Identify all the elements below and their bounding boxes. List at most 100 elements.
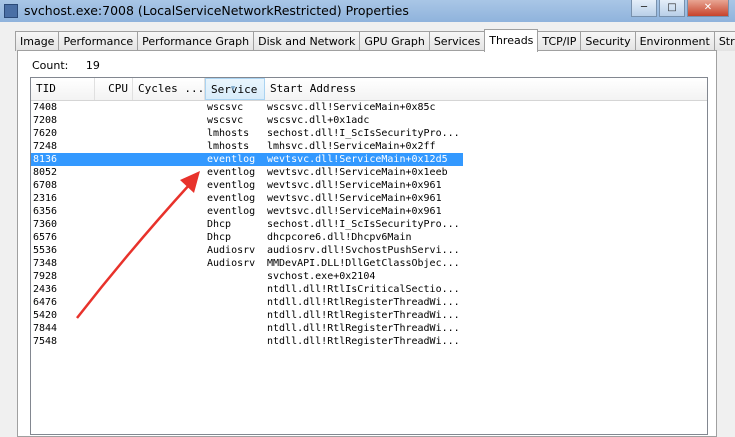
cell-tid: 7548 [33, 336, 58, 347]
column-header-tid[interactable]: TID [31, 78, 95, 100]
tab-image[interactable]: Image [15, 31, 60, 51]
cell-service: Dhcp [207, 219, 232, 230]
cell-tid: 5536 [33, 245, 58, 256]
tab-performance[interactable]: Performance [58, 31, 139, 51]
table-row[interactable]: 6576 Dhcp dhcpcore6.dll!Dhcpv6Main [31, 231, 707, 244]
cell-service: wscsvc [207, 115, 244, 126]
table-row[interactable]: 7408 wscsvc wscsvc.dll!ServiceMain+0x85c [31, 101, 707, 114]
table-row[interactable]: 5420 ntdll.dll!RtlRegisterThreadWi... [31, 309, 707, 322]
list-header: TID CPU Cycles ... ▼ Service Start Addre… [31, 78, 707, 101]
table-row[interactable]: 7928 svchost.exe+0x2104 [31, 270, 707, 283]
cell-start-address: ntdll.dll!RtlRegisterThreadWi... [267, 323, 460, 334]
table-row[interactable]: 7348 Audiosrv MMDevAPI.DLL!DllGetClassObje… [31, 257, 707, 270]
table-row[interactable]: 2436 ntdll.dll!RtlIsCriticalSectio... [31, 283, 707, 296]
cell-start-address: wscsvc.dll!ServiceMain+0x85c [267, 102, 436, 113]
column-header-cycles[interactable]: Cycles ... [133, 78, 205, 100]
cell-start-address: MMDevAPI.DLL!DllGetClassObjec... [267, 258, 460, 269]
cell-start-address: dhcpcore6.dll!Dhcpv6Main [267, 232, 412, 243]
tab-security[interactable]: Security [580, 31, 636, 51]
cell-tid: 7928 [33, 271, 58, 282]
cell-tid: 7348 [33, 258, 58, 269]
cell-start-address: svchost.exe+0x2104 [267, 271, 376, 282]
table-row[interactable]: 7844 ntdll.dll!RtlRegisterThreadWi... [31, 322, 707, 335]
cell-start-address: lmhsvc.dll!ServiceMain+0x2ff [267, 141, 436, 152]
cell-tid: 6476 [33, 297, 58, 308]
table-row[interactable]: 7248 lmhosts lmhsvc.dll!ServiceMain+0x2ff [31, 140, 707, 153]
cell-tid: 6576 [33, 232, 58, 243]
table-row[interactable]: 8136 eventlog wevtsvc.dll!ServiceMain+0x12… [31, 153, 707, 166]
cell-tid: 8052 [33, 167, 58, 178]
threads-panel: Count: 19 TID CPU Cycles ... ▼ Service S… [17, 50, 717, 437]
cell-start-address: wevtsvc.dll!ServiceMain+0x961 [267, 180, 442, 191]
column-header-start-address[interactable]: Start Address [265, 78, 707, 100]
cell-service: Audiosrv [207, 258, 256, 269]
tab-threads[interactable]: Threads [484, 29, 539, 52]
cell-tid: 7208 [33, 115, 58, 126]
title-bar: svchost.exe:7008 (LocalServiceNetworkRes… [0, 0, 735, 22]
cell-start-address: ntdll.dll!RtlRegisterThreadWi... [267, 297, 460, 308]
tab-disk-and-network[interactable]: Disk and Network [253, 31, 361, 51]
table-row[interactable]: 8052 eventlog wevtsvc.dll!ServiceMain+0x1e… [31, 166, 707, 179]
table-row[interactable]: 6708 eventlog wevtsvc.dll!ServiceMain+0x96… [31, 179, 707, 192]
tab-services[interactable]: Services [428, 31, 486, 51]
cell-start-address: ntdll.dll!RtlRegisterThreadWi... [267, 310, 460, 321]
table-row[interactable]: 7208 wscsvc wscsvc.dll+0x1adc [31, 114, 707, 127]
cell-start-address: sechost.dll!I_ScIsSecurityPro... [267, 128, 460, 139]
properties-window: Image Performance Performance Graph Disk… [0, 22, 735, 437]
cell-start-address: ntdll.dll!RtlRegisterThreadWi... [267, 336, 460, 347]
cell-tid: 7844 [33, 323, 58, 334]
cell-service: eventlog [207, 154, 256, 165]
count-label: Count: [32, 59, 69, 72]
cell-tid: 6356 [33, 206, 58, 217]
cell-start-address: wevtsvc.dll!ServiceMain+0x961 [267, 206, 442, 217]
tab-gpu-graph[interactable]: GPU Graph [359, 31, 430, 51]
app-icon [4, 4, 18, 18]
table-row[interactable]: 6356 eventlog wevtsvc.dll!ServiceMain+0x96… [31, 205, 707, 218]
cell-service: eventlog [207, 193, 256, 204]
window-controls: ─ □ ✕ [629, 0, 729, 17]
close-button[interactable]: ✕ [687, 0, 729, 17]
cell-service: wscsvc [207, 102, 244, 113]
cell-start-address: wevtsvc.dll!ServiceMain+0x961 [267, 193, 442, 204]
tab-tcp-ip[interactable]: TCP/IP [537, 31, 582, 51]
minimize-button[interactable]: ─ [631, 0, 657, 17]
count-value: 19 [85, 59, 100, 72]
sort-indicator-icon: ▼ [231, 84, 236, 92]
cell-tid: 2316 [33, 193, 58, 204]
cell-start-address: wscsvc.dll+0x1adc [267, 115, 370, 126]
cell-tid: 5420 [33, 310, 58, 321]
cell-tid: 7360 [33, 219, 58, 230]
cell-start-address: wevtsvc.dll!ServiceMain+0x1eeb [267, 167, 448, 178]
thread-count: Count: 19 [32, 59, 100, 72]
tab-strings[interactable]: Strings [713, 31, 735, 51]
cell-start-address: sechost.dll!I_ScIsSecurityPro... [267, 219, 460, 230]
table-row[interactable]: 7548 ntdll.dll!RtlRegisterThreadWi... [31, 335, 707, 348]
cell-service: lmhosts [207, 141, 250, 152]
cell-service: eventlog [207, 206, 256, 217]
tab-performance-graph[interactable]: Performance Graph [137, 31, 255, 51]
cell-tid: 8136 [33, 154, 58, 165]
window-title: svchost.exe:7008 (LocalServiceNetworkRes… [24, 3, 409, 18]
table-row[interactable]: 7620 lmhosts sechost.dll!I_ScIsSecurityPro… [31, 127, 707, 140]
table-row[interactable]: 7360 Dhcp sechost.dll!I_ScIsSecurityPro... [31, 218, 707, 231]
table-row[interactable]: 5536 Audiosrv audiosrv.dll!SvchostPushServ… [31, 244, 707, 257]
cell-tid: 2436 [33, 284, 58, 295]
cell-start-address: audiosrv.dll!SvchostPushServi... [267, 245, 460, 256]
list-rows: 7408 wscsvc wscsvc.dll!ServiceMain+0x85c 72… [31, 101, 707, 348]
table-row[interactable]: 6476 ntdll.dll!RtlRegisterThreadWi... [31, 296, 707, 309]
column-header-cpu[interactable]: CPU [95, 78, 133, 100]
cell-tid: 7248 [33, 141, 58, 152]
cell-start-address: ntdll.dll!RtlIsCriticalSectio... [267, 284, 460, 295]
threads-list[interactable]: TID CPU Cycles ... ▼ Service Start Addre… [30, 77, 708, 435]
cell-tid: 7620 [33, 128, 58, 139]
cell-service: eventlog [207, 167, 256, 178]
table-row[interactable]: 2316 eventlog wevtsvc.dll!ServiceMain+0x96… [31, 192, 707, 205]
column-header-service[interactable]: ▼ Service [205, 78, 265, 100]
cell-tid: 7408 [33, 102, 58, 113]
maximize-button[interactable]: □ [659, 0, 685, 17]
tab-environment[interactable]: Environment [634, 31, 715, 51]
cell-service: Audiosrv [207, 245, 256, 256]
cell-service: Dhcp [207, 232, 232, 243]
cell-service: eventlog [207, 180, 256, 191]
cell-tid: 6708 [33, 180, 58, 191]
